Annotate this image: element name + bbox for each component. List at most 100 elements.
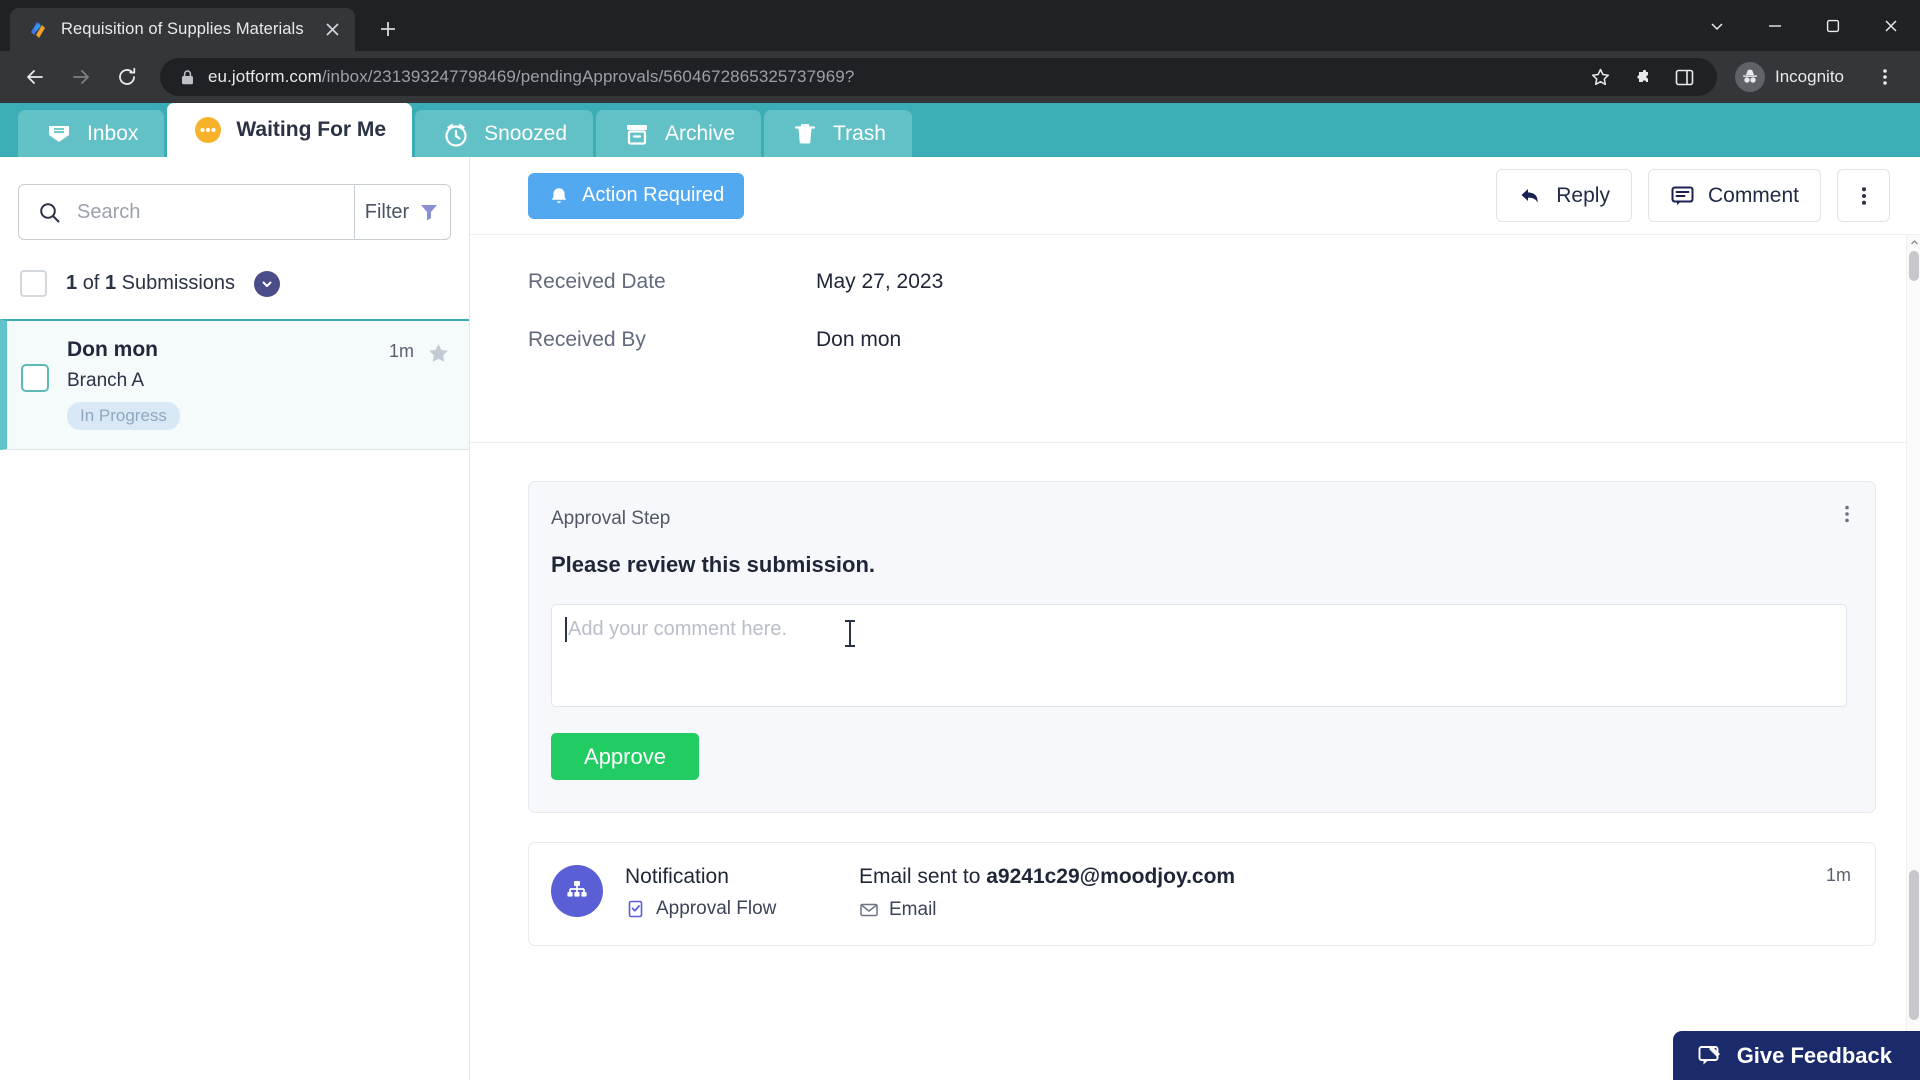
section-divider bbox=[470, 442, 1906, 443]
field-row: Received By Don mon bbox=[528, 311, 1876, 369]
submission-meta: 1m bbox=[389, 338, 451, 430]
notification-sent-text: Email sent to a9241c29@moodjoy.com bbox=[859, 865, 1804, 889]
search-icon bbox=[38, 201, 61, 224]
notification-source: Notification Approval Flow bbox=[625, 865, 837, 920]
side-panel-icon[interactable] bbox=[1665, 58, 1703, 96]
notification-time: 1m bbox=[1825, 865, 1851, 885]
url-path: /inbox/231393247798469/pendingApprovals/… bbox=[321, 67, 855, 86]
field-value: May 27, 2023 bbox=[816, 270, 944, 293]
search-input[interactable]: Search bbox=[19, 185, 354, 239]
extensions-puzzle-icon[interactable] bbox=[1623, 58, 1661, 96]
tab-trash[interactable]: Trash bbox=[764, 110, 912, 157]
feedback-icon bbox=[1697, 1043, 1723, 1069]
clipboard-check-icon bbox=[625, 898, 647, 920]
tab-waiting-for-me[interactable]: Waiting For Me bbox=[167, 103, 413, 157]
approve-button[interactable]: Approve bbox=[551, 733, 699, 780]
scrollbar-thumb[interactable] bbox=[1909, 870, 1919, 1020]
reply-label: Reply bbox=[1556, 183, 1610, 207]
field-row: Received Date May 27, 2023 bbox=[528, 253, 1876, 311]
url-text: eu.jotform.com/inbox/231393247798469/pen… bbox=[208, 67, 1568, 87]
comment-button[interactable]: Comment bbox=[1647, 169, 1821, 222]
more-options-button[interactable] bbox=[1837, 169, 1890, 222]
envelope-icon bbox=[859, 900, 879, 920]
page-content: Inbox Waiting For Me Snoozed Archive Tra… bbox=[0, 103, 1920, 1080]
close-icon[interactable] bbox=[319, 17, 345, 43]
notification-flow: Approval Flow bbox=[625, 898, 837, 920]
submission-time: 1m bbox=[388, 341, 414, 361]
text-caret bbox=[565, 617, 567, 642]
funnel-icon bbox=[418, 201, 440, 223]
submissions-sidebar: Search Filter 1 of 1 Submissions Don mon… bbox=[0, 157, 470, 1080]
field-key: Received By bbox=[528, 328, 646, 351]
approval-step-card: Approval Step Please review this submiss… bbox=[528, 481, 1876, 813]
submission-checkbox[interactable] bbox=[21, 364, 49, 392]
browser-tab-title: Requisition of Supplies Materials bbox=[61, 20, 304, 38]
submission-fields: Received Date May 27, 2023 Received By D… bbox=[528, 235, 1876, 369]
submissions-word: Submissions bbox=[121, 272, 236, 294]
field-key: Received Date bbox=[528, 270, 666, 293]
incognito-icon bbox=[1735, 62, 1765, 92]
bell-icon bbox=[548, 185, 570, 207]
jotform-favicon bbox=[28, 19, 50, 41]
app-body: Search Filter 1 of 1 Submissions Don mon… bbox=[0, 157, 1920, 1080]
submissions-current: 1 bbox=[66, 272, 78, 294]
filter-button[interactable]: Filter bbox=[354, 185, 450, 239]
detail-scrollbar[interactable] bbox=[1906, 235, 1920, 1080]
back-arrow-icon[interactable] bbox=[14, 56, 56, 98]
browser-tab[interactable]: Requisition of Supplies Materials bbox=[10, 8, 355, 51]
kebab-menu-icon[interactable] bbox=[1837, 504, 1857, 529]
notification-sent-prefix: Email sent to bbox=[859, 865, 987, 888]
select-all-checkbox[interactable] bbox=[20, 270, 47, 297]
tab-inbox[interactable]: Inbox bbox=[18, 110, 165, 157]
tab-inbox-label: Inbox bbox=[87, 121, 139, 145]
scrollbar-thumb-top[interactable] bbox=[1909, 251, 1919, 281]
status-badge: In Progress bbox=[67, 402, 180, 430]
action-required-button[interactable]: Action Required bbox=[528, 172, 745, 219]
tab-snoozed[interactable]: Snoozed bbox=[415, 110, 593, 157]
approval-step-label: Approval Step bbox=[551, 508, 671, 529]
reply-arrow-icon bbox=[1518, 183, 1543, 208]
submissions-count-row: 1 of 1 Submissions bbox=[0, 240, 469, 319]
notification-card: Notification Approval Flow Email sent to… bbox=[528, 842, 1876, 946]
tab-archive-label: Archive bbox=[665, 121, 736, 145]
search-placeholder: Search bbox=[77, 200, 141, 223]
url-bar[interactable]: eu.jotform.com/inbox/231393247798469/pen… bbox=[160, 58, 1717, 96]
chevron-down-icon[interactable] bbox=[1688, 0, 1746, 51]
comment-label: Comment bbox=[1707, 183, 1799, 207]
submission-detail-panel: Action Required Reply Comment Received D… bbox=[470, 157, 1920, 1080]
star-icon[interactable] bbox=[426, 341, 451, 366]
tab-archive[interactable]: Archive bbox=[596, 110, 762, 157]
reload-icon[interactable] bbox=[106, 56, 148, 98]
submissions-total: 1 bbox=[104, 272, 117, 294]
minimize-icon[interactable] bbox=[1746, 0, 1804, 51]
comment-textarea[interactable]: Add your comment here. bbox=[551, 604, 1847, 707]
clock-icon bbox=[441, 119, 471, 149]
submission-list-item[interactable]: Don mon Branch A In Progress 1m bbox=[0, 319, 469, 450]
reply-button[interactable]: Reply bbox=[1496, 169, 1632, 222]
search-and-filter-bar: Search Filter bbox=[18, 184, 451, 240]
give-feedback-button[interactable]: Give Feedback bbox=[1672, 1031, 1920, 1080]
give-feedback-label: Give Feedback bbox=[1736, 1042, 1892, 1068]
kebab-menu-icon bbox=[1853, 185, 1875, 207]
trash-icon bbox=[790, 119, 820, 149]
browser-window: Requisition of Supplies Materials eu.jot… bbox=[0, 0, 1920, 1080]
incognito-label: Incognito bbox=[1775, 67, 1844, 86]
detail-toolbar: Action Required Reply Comment bbox=[470, 157, 1920, 235]
org-chart-icon bbox=[551, 865, 603, 917]
maximize-icon[interactable] bbox=[1804, 0, 1862, 51]
detail-content: Received Date May 27, 2023 Received By D… bbox=[470, 235, 1906, 1080]
browser-menu-icon[interactable] bbox=[1864, 56, 1906, 98]
window-controls bbox=[1688, 0, 1920, 51]
notification-flow-label: Approval Flow bbox=[656, 898, 777, 919]
close-window-icon[interactable] bbox=[1862, 0, 1920, 51]
submissions-count-label: 1 of 1 Submissions bbox=[66, 272, 235, 295]
submission-content: Don mon Branch A In Progress bbox=[67, 338, 371, 430]
chevron-down-icon[interactable] bbox=[254, 270, 281, 297]
new-tab-button[interactable] bbox=[369, 10, 407, 48]
incognito-indicator[interactable]: Incognito bbox=[1729, 58, 1860, 96]
bookmark-star-icon[interactable] bbox=[1581, 58, 1619, 96]
inbox-icon bbox=[44, 119, 74, 149]
scroll-up-arrow-icon[interactable] bbox=[1907, 235, 1920, 249]
submission-name: Don mon bbox=[67, 338, 158, 361]
tab-waiting-for-me-label: Waiting For Me bbox=[236, 118, 387, 141]
